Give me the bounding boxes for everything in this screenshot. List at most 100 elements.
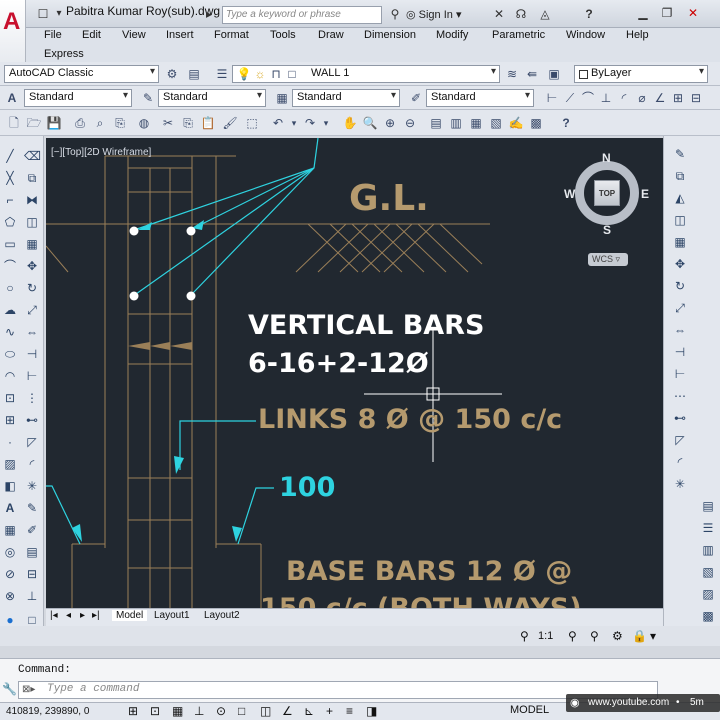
annotate-icon[interactable]: ✐	[24, 522, 40, 538]
mirror-right-icon[interactable]: ◭	[672, 190, 688, 206]
compass-east[interactable]: E	[641, 187, 649, 201]
multileader-style-select[interactable]: Standard	[426, 89, 534, 107]
explode-icon[interactable]: ✳	[24, 478, 40, 494]
zoom-realtime-icon[interactable]: 🔍	[362, 115, 378, 131]
compass-west[interactable]: W	[564, 187, 575, 201]
polyline-icon[interactable]: ⌐	[2, 192, 18, 208]
wrench-icon[interactable]: 🔧	[2, 682, 17, 696]
minimize-button[interactable]: ▁	[632, 4, 654, 22]
customize-icon[interactable]: ▤	[186, 66, 202, 82]
osnap-icon[interactable]: □	[238, 704, 245, 718]
model-space-button[interactable]: MODEL	[510, 704, 549, 716]
zoom-previous-icon[interactable]: ⊖	[402, 115, 418, 131]
lock-ui-icon[interactable]: 🔒	[632, 629, 647, 643]
3d-orbit-icon[interactable]: ⊗	[2, 588, 18, 604]
tab-scroll-first-icon[interactable]: |◂	[50, 610, 58, 621]
mirror-icon[interactable]: ⧓	[24, 192, 40, 208]
text-style-select[interactable]: Standard	[24, 89, 132, 107]
construction-line-icon[interactable]: ╳	[2, 170, 18, 186]
exchange-icon[interactable]: ✕	[490, 5, 508, 23]
menu-draw[interactable]: Draw	[318, 29, 344, 41]
lineweight-icon[interactable]: ≡	[346, 704, 353, 718]
help-icon[interactable]: ?	[558, 115, 574, 131]
undo-icon[interactable]: ↶	[270, 115, 286, 131]
close-button[interactable]: ✕	[682, 4, 704, 22]
region-icon[interactable]: ◎	[2, 544, 18, 560]
array-right-icon[interactable]: ▦	[672, 234, 688, 250]
join-right-icon[interactable]: ⊷	[672, 410, 688, 426]
properties-icon[interactable]: ▤	[428, 115, 444, 131]
zoom-window-icon[interactable]: ⊕	[382, 115, 398, 131]
spline-icon[interactable]: ∿	[2, 324, 18, 340]
tab-layout2[interactable]: Layout2	[204, 610, 240, 621]
search-input[interactable]: Type a keyword or phrase	[222, 6, 382, 24]
copy-icon[interactable]: ⎘	[180, 115, 196, 131]
scale-right-icon[interactable]: ⤢	[672, 300, 688, 316]
command-input[interactable]: Type a command	[18, 681, 658, 699]
polar-icon[interactable]: ⊙	[216, 704, 226, 718]
markup-right-icon[interactable]: ▨	[700, 586, 716, 602]
dimension-style-select[interactable]: Standard	[158, 89, 266, 107]
save-icon[interactable]: 💾	[46, 115, 62, 131]
array-icon[interactable]: ▦	[24, 236, 40, 252]
compass-north[interactable]: N	[602, 151, 611, 165]
extend-right-icon[interactable]: ⊢	[672, 366, 688, 382]
quickcalc-icon[interactable]: ▩	[528, 115, 544, 131]
circle-icon[interactable]: ○	[2, 280, 18, 296]
redo-dropdown-icon[interactable]: ▾	[318, 115, 334, 131]
ellipse-icon[interactable]: ⬭	[2, 346, 18, 362]
copy-object-right-icon[interactable]: ⧉	[672, 168, 688, 184]
gradient-icon[interactable]: ◧	[2, 478, 18, 494]
line-icon[interactable]: ╱	[2, 148, 18, 164]
block-editor-icon[interactable]: ⬚	[244, 115, 260, 131]
rotate-icon[interactable]: ↻	[24, 280, 40, 296]
publish-icon[interactable]: ⎘	[112, 115, 128, 131]
open-icon[interactable]: 🗁	[26, 115, 42, 131]
calc-right-icon[interactable]: ▩	[700, 608, 716, 624]
dyn-icon[interactable]: +	[326, 704, 333, 718]
menu-file[interactable]: File	[44, 29, 62, 41]
markup-icon[interactable]: ✍	[508, 115, 524, 131]
menu-tools[interactable]: Tools	[270, 29, 296, 41]
dim-linear-icon[interactable]: ⊢	[544, 90, 560, 106]
wcs-menu[interactable]: WCS ▿	[588, 253, 628, 266]
dim-diameter-icon[interactable]: ⌀	[634, 90, 650, 106]
text-style-icon[interactable]: A	[4, 90, 20, 106]
menu-modify[interactable]: Modify	[436, 29, 468, 41]
table-style-icon[interactable]: ▦	[274, 90, 290, 106]
tab-model[interactable]: Model	[112, 610, 148, 621]
menu-window[interactable]: Window	[566, 29, 605, 41]
offset-right-icon[interactable]: ◫	[672, 212, 688, 228]
grid-icon[interactable]: ▦	[172, 704, 183, 718]
sheet-set-icon[interactable]: ▧	[488, 115, 504, 131]
status-menu-icon[interactable]: ▾	[650, 629, 656, 643]
tab-layout1[interactable]: Layout1	[154, 610, 190, 621]
dim-baseline-icon[interactable]: ⊟	[688, 90, 704, 106]
arc-icon[interactable]: ⌒	[2, 258, 18, 274]
title-dropdown-icon[interactable]: ▸	[200, 5, 218, 23]
viewport-controls-label[interactable]: [−][Top][2D Wireframe]	[51, 147, 151, 158]
multileader-style-icon[interactable]: ✐	[408, 90, 424, 106]
stretch-icon[interactable]: ⇔	[24, 324, 40, 340]
fillet-right-icon[interactable]: ◜	[672, 454, 688, 470]
auto-scale-icon[interactable]: ⚲	[590, 629, 599, 643]
edit-text-icon[interactable]: ✎	[24, 500, 40, 516]
break-icon[interactable]: ⋮	[24, 390, 40, 406]
snap-icon[interactable]: ⊡	[150, 704, 160, 718]
paint-icon[interactable]: ✎	[672, 146, 688, 162]
drawing-canvas[interactable]: [−][Top][2D Wireframe] G.L. VERTICAL BAR…	[46, 138, 663, 608]
measure-icon[interactable]: ⊥	[24, 588, 40, 604]
sign-in-button[interactable]: ◎ Sign In ▾	[406, 8, 461, 21]
plot-preview-icon[interactable]: ⌕	[92, 115, 108, 131]
quick-dim-icon[interactable]: ⊞	[670, 90, 686, 106]
help-icon[interactable]: ?	[580, 5, 598, 23]
menu-insert[interactable]: Insert	[166, 29, 194, 41]
tab-scroll-last-icon[interactable]: ▸|	[92, 610, 100, 621]
compass-south[interactable]: S	[603, 223, 611, 237]
revision-cloud-icon[interactable]: ☁	[2, 302, 18, 318]
trim-right-icon[interactable]: ⊣	[672, 344, 688, 360]
annotation-scale-value[interactable]: 1:1	[538, 630, 553, 642]
layer-right-icon[interactable]: ☰	[700, 520, 716, 536]
ortho-icon[interactable]: ⊥	[194, 704, 204, 718]
cut-icon[interactable]: ✂	[160, 115, 176, 131]
